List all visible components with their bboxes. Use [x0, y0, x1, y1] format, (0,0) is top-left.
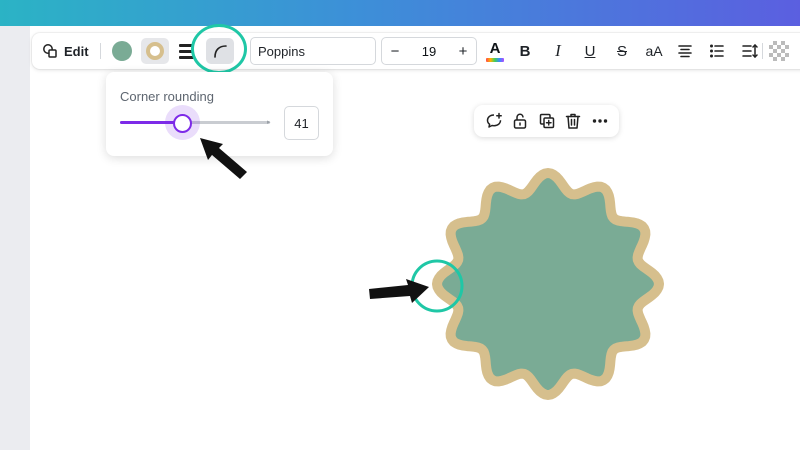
pointer-arrow-slider: [200, 138, 247, 179]
canvas-overlay: [200, 138, 664, 400]
scalloped-circle-shape[interactable]: [432, 168, 664, 400]
pointer-arrow-shape: [369, 279, 429, 303]
